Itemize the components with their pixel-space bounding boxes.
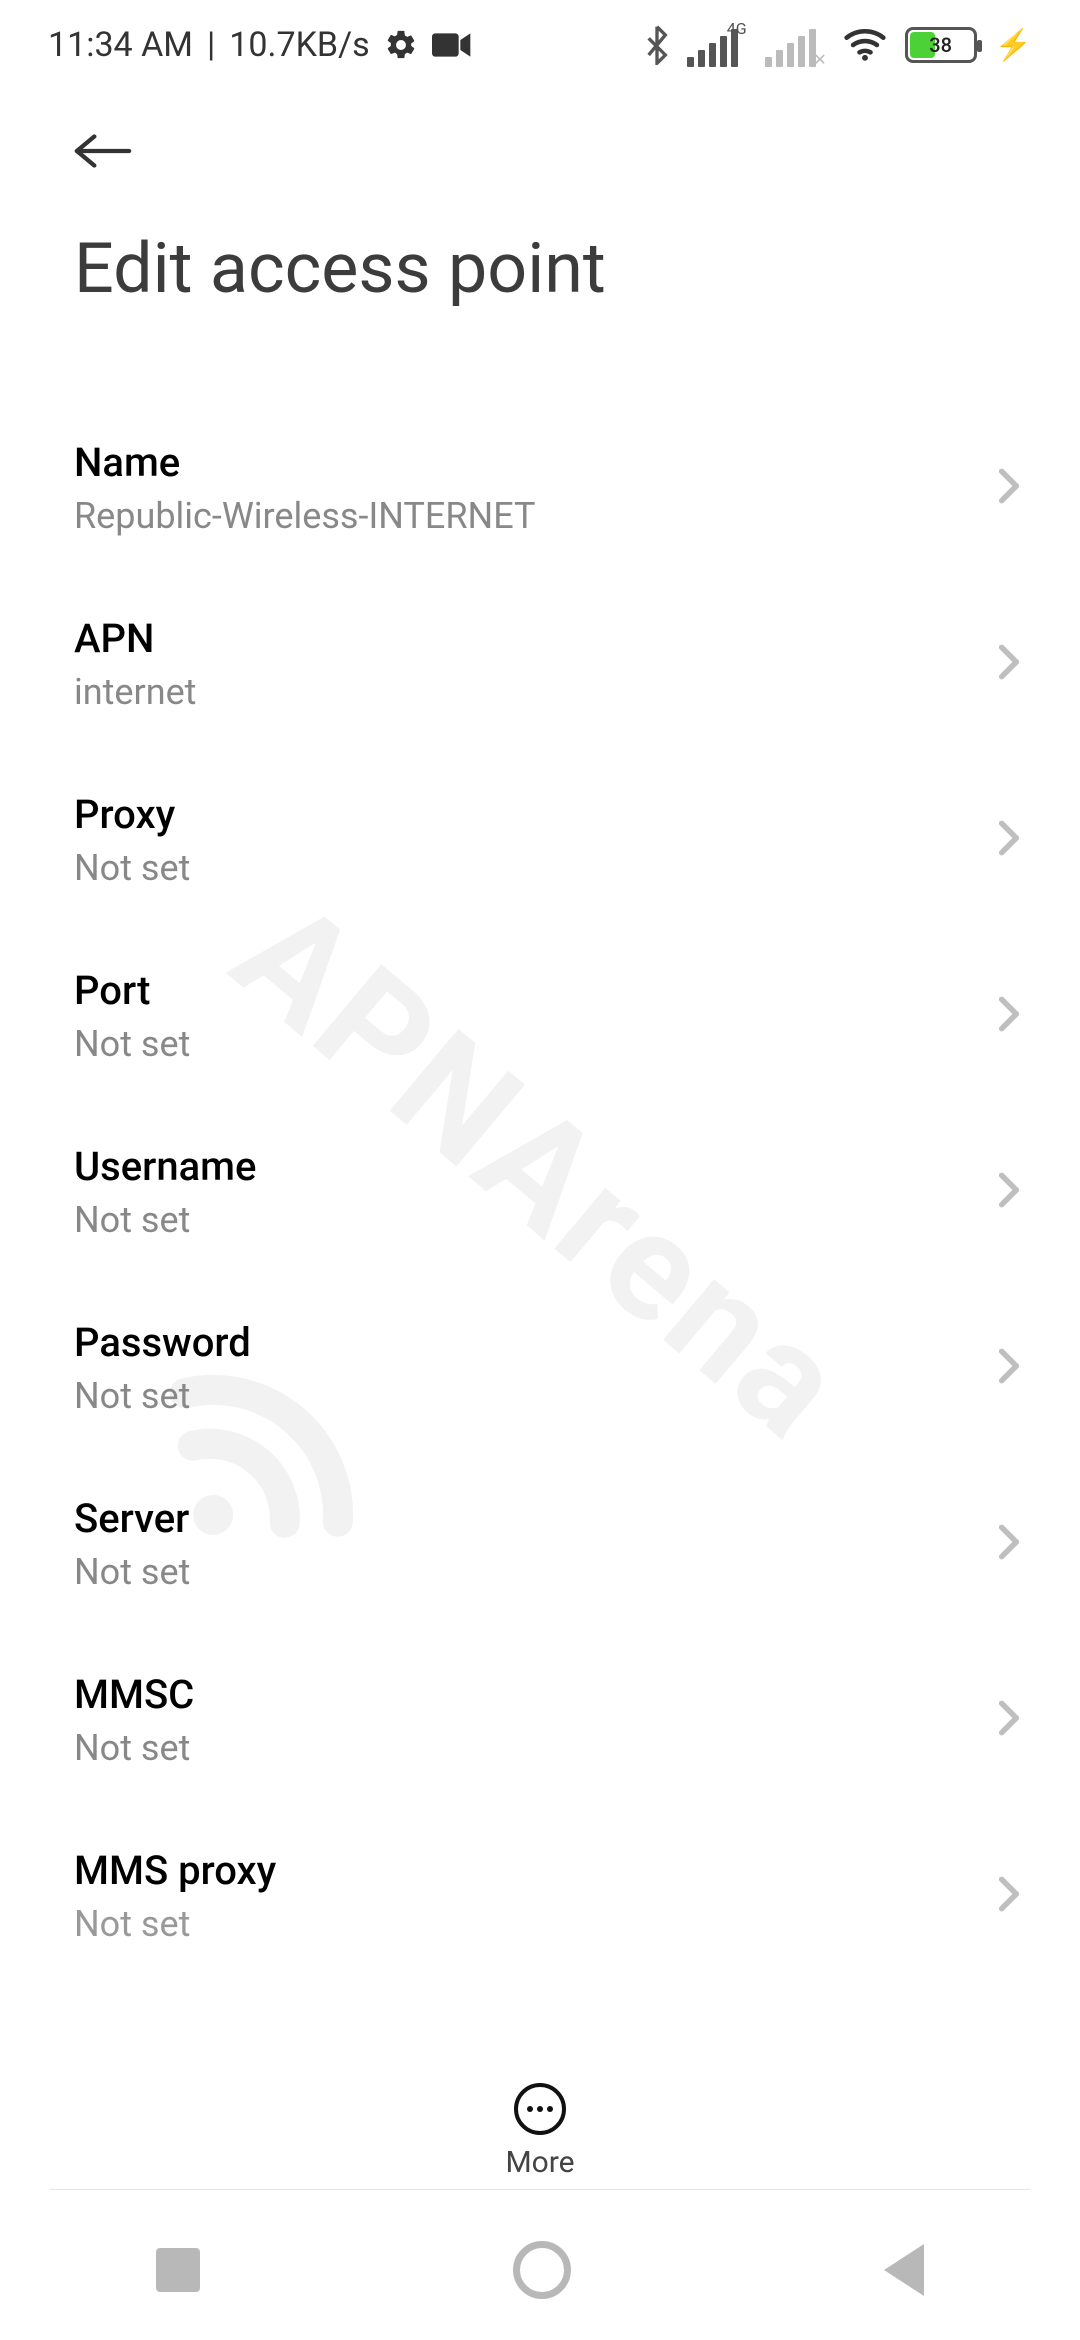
- nav-recent-icon[interactable]: [156, 2248, 200, 2292]
- more-button[interactable]: More: [0, 2083, 1080, 2180]
- chevron-right-icon: [998, 1875, 1020, 1917]
- row-mmsc[interactable]: MMSC Not set: [0, 1632, 1080, 1808]
- more-icon: [514, 2083, 566, 2135]
- status-separator: |: [207, 25, 215, 65]
- gear-icon: [384, 28, 418, 62]
- row-title: Password: [74, 1318, 980, 1368]
- chevron-right-icon: [998, 819, 1020, 861]
- row-value: Not set: [74, 1726, 980, 1771]
- chevron-right-icon: [998, 1699, 1020, 1741]
- row-title: APN: [74, 614, 980, 664]
- chevron-right-icon: [998, 643, 1020, 685]
- page-title: Edit access point: [74, 228, 606, 310]
- row-title: Name: [74, 438, 980, 488]
- signal-sim2: ✕: [765, 23, 825, 67]
- more-label: More: [505, 2145, 574, 2180]
- row-value: Not set: [74, 1022, 980, 1067]
- row-title: Username: [74, 1142, 980, 1192]
- status-left: 11:34 AM | 10.7KB/s: [48, 25, 472, 65]
- system-nav-bar: [0, 2200, 1080, 2340]
- chevron-right-icon: [998, 995, 1020, 1037]
- row-title: MMS proxy: [74, 1846, 980, 1896]
- row-mms-proxy[interactable]: MMS proxy Not set: [0, 1808, 1080, 1984]
- row-title: MMSC: [74, 1670, 980, 1720]
- row-username[interactable]: Username Not set: [0, 1104, 1080, 1280]
- row-value: Not set: [74, 846, 980, 891]
- row-port[interactable]: Port Not set: [0, 928, 1080, 1104]
- row-apn[interactable]: APN internet: [0, 576, 1080, 752]
- row-title: Port: [74, 966, 980, 1016]
- signal-sim1: 4G: [687, 23, 747, 67]
- nav-home-icon[interactable]: [513, 2241, 571, 2299]
- chevron-right-icon: [998, 1347, 1020, 1389]
- back-button[interactable]: [74, 130, 132, 176]
- chevron-right-icon: [998, 467, 1020, 509]
- row-title: Proxy: [74, 790, 980, 840]
- wifi-icon: [843, 25, 887, 65]
- nav-back-icon[interactable]: [884, 2244, 924, 2296]
- row-value: Not set: [74, 1902, 980, 1947]
- status-time: 11:34 AM: [48, 25, 193, 65]
- row-value: Not set: [74, 1374, 980, 1419]
- row-proxy[interactable]: Proxy Not set: [0, 752, 1080, 928]
- battery-percent: 38: [908, 30, 974, 60]
- row-server[interactable]: Server Not set: [0, 1456, 1080, 1632]
- status-bar: 11:34 AM | 10.7KB/s 4G ✕: [0, 0, 1080, 90]
- row-password[interactable]: Password Not set: [0, 1280, 1080, 1456]
- battery-icon: 38: [905, 27, 977, 63]
- row-value: internet: [74, 670, 980, 715]
- settings-list: Name Republic-Wireless-INTERNET APN inte…: [0, 400, 1080, 2010]
- row-title: Server: [74, 1494, 980, 1544]
- row-value: Not set: [74, 1198, 980, 1243]
- bluetooth-icon: [645, 25, 669, 65]
- row-value: Not set: [74, 1550, 980, 1595]
- charging-icon: ⚡: [995, 28, 1032, 63]
- signal-no-service-icon: ✕: [813, 50, 826, 69]
- row-value: Republic-Wireless-INTERNET: [74, 494, 980, 539]
- row-name[interactable]: Name Republic-Wireless-INTERNET: [0, 400, 1080, 576]
- divider: [50, 2189, 1030, 2190]
- status-net-speed: 10.7KB/s: [229, 25, 369, 65]
- chevron-right-icon: [998, 1523, 1020, 1565]
- chevron-right-icon: [998, 1171, 1020, 1213]
- status-right: 4G ✕ 38 ⚡: [645, 23, 1032, 67]
- camera-icon: [432, 31, 472, 59]
